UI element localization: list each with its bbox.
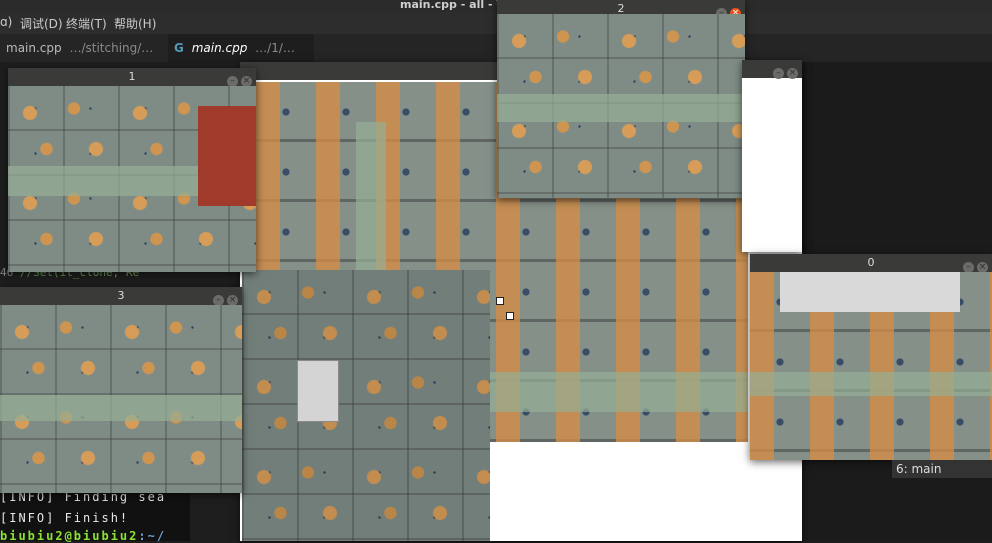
minimize-icon[interactable]: – [773, 68, 784, 79]
menu-debug[interactable]: 调试(D) [20, 15, 63, 32]
camera-window-3[interactable]: 3 – × [0, 287, 242, 493]
window-title: 3 [117, 289, 125, 302]
terminal-status[interactable]: 6: main [892, 460, 992, 478]
camera-image-1 [8, 86, 256, 272]
menu-item[interactable]: ɑ) [0, 15, 12, 29]
tab-path: …/1/… [255, 41, 295, 55]
tab-main-1[interactable]: G main.cpp …/1/… ✕ [168, 34, 314, 83]
tab-label: main.cpp [191, 41, 248, 55]
camera-image-2 [497, 14, 745, 198]
tab-label: main.cpp [6, 41, 62, 55]
camera-window-0[interactable]: 0 – × [750, 254, 992, 460]
terminal-line: [INFO] Finish! [0, 511, 130, 525]
window-titlebar[interactable]: 1 – × [8, 68, 256, 87]
stitched-panorama-lower [242, 270, 490, 541]
cpp-file-icon: G [174, 41, 184, 55]
menu-bar: ɑ) 调试(D) 终端(T) 帮助(H) [0, 12, 992, 34]
camera-image-0 [750, 272, 992, 460]
menu-terminal[interactable]: 终端(T) [66, 15, 107, 32]
terminal-panel[interactable]: [INFO] Finding sea [INFO] Finish! biubiu… [0, 485, 190, 543]
window-title: 0 [867, 256, 875, 269]
window-titlebar[interactable]: 0 – × [750, 254, 992, 273]
menu-help[interactable]: 帮助(H) [114, 15, 156, 32]
window-titlebar: – × [742, 60, 802, 79]
window-title: 1 [128, 70, 136, 83]
tab-main-stitching[interactable]: main.cpp …/stitching/… [0, 34, 166, 62]
camera-image-3 [0, 305, 242, 493]
whiteboard [297, 360, 339, 422]
close-icon[interactable]: × [787, 68, 798, 79]
editor-tabs: main.cpp …/stitching/… G main.cpp …/1/… … [0, 34, 992, 83]
camera-window-1[interactable]: 1 – × [8, 68, 256, 272]
tab-path: …/stitching/… [69, 41, 154, 55]
window-titlebar[interactable]: 3 – × [0, 287, 242, 306]
vscode-titlebar: main.cpp - all - Vis [0, 0, 992, 12]
camera-window-2[interactable]: 2 – × [497, 0, 745, 198]
result-window-edge: – × [742, 60, 802, 252]
